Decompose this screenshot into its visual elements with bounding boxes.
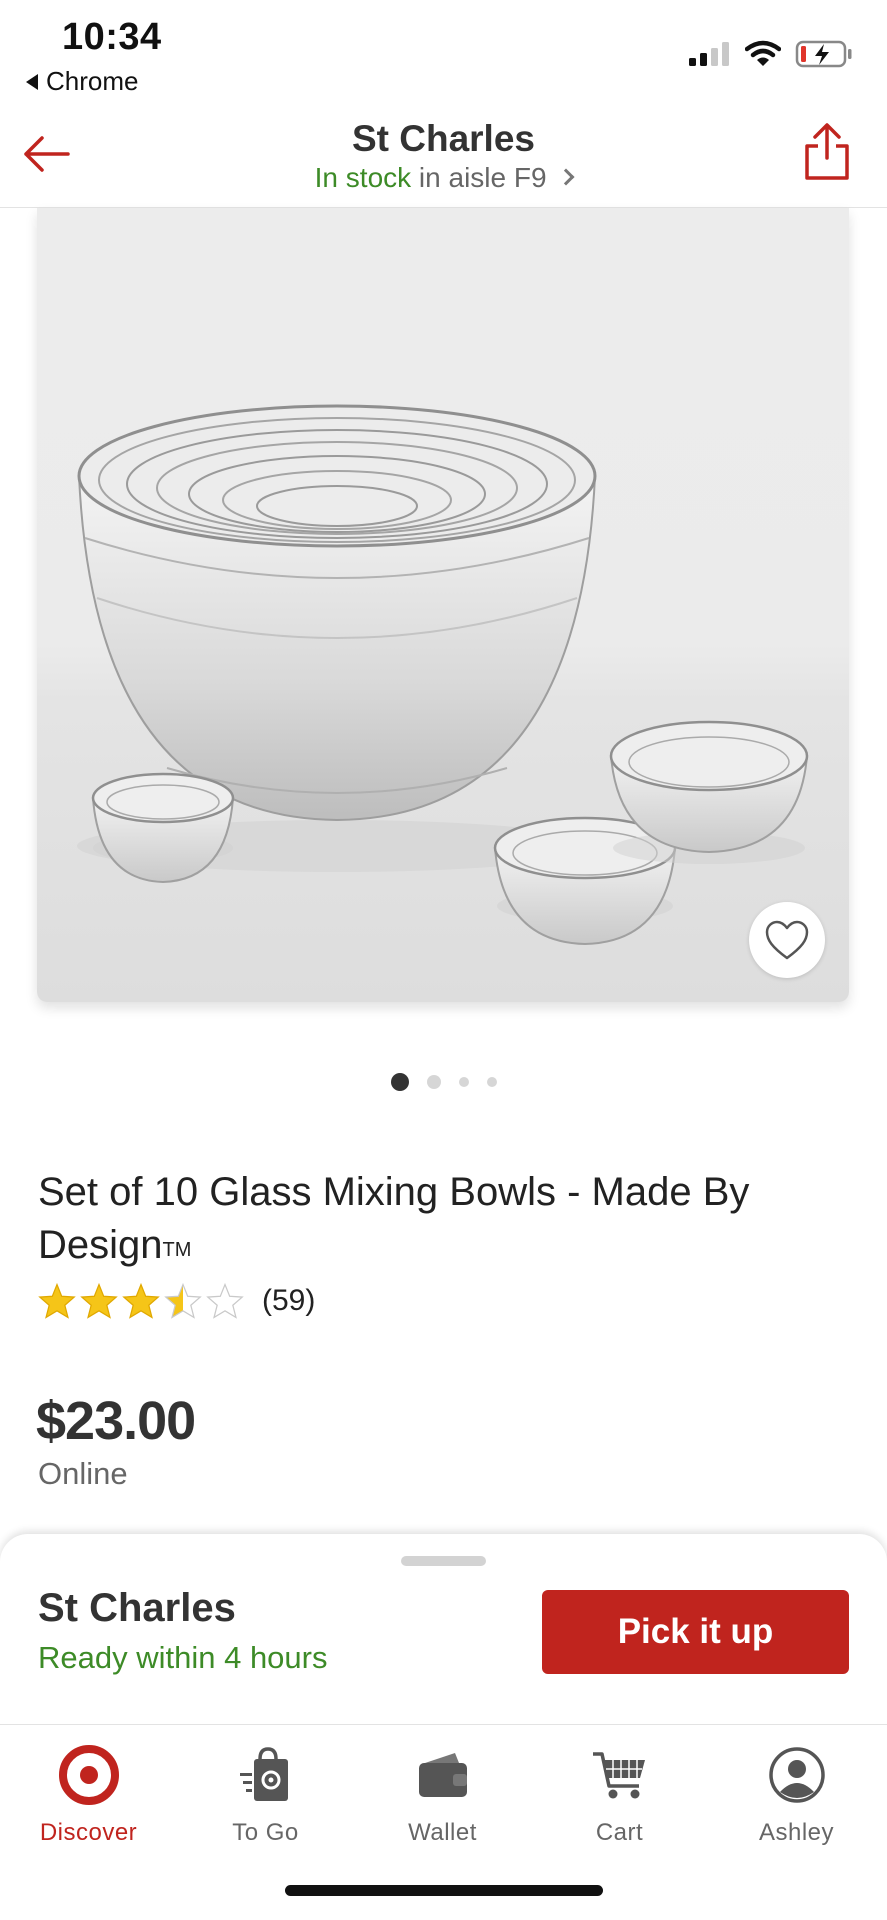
tab-wallet[interactable]: Wallet (354, 1743, 531, 1847)
wallet-icon (418, 1753, 467, 1797)
rating-stars (38, 1283, 244, 1319)
back-app-label: Chrome (46, 66, 139, 96)
aisle-location: in aisle F9 (418, 162, 547, 193)
product-rating[interactable]: (59) (38, 1283, 315, 1319)
sheet-drag-handle[interactable] (401, 1556, 486, 1566)
shopping-bag-icon (239, 1747, 288, 1801)
pickup-store-name: St Charles (38, 1586, 236, 1630)
star-full-icon (38, 1283, 76, 1319)
carousel-dot[interactable] (458, 1077, 469, 1087)
wifi-icon (745, 40, 781, 66)
tab-label: Discover (39, 1819, 138, 1846)
review-count: (59) (262, 1284, 316, 1317)
glass-bowls-illustration (77, 404, 809, 946)
back-triangle-icon (26, 73, 38, 90)
store-header: St Charles In stock in aisle F9 (0, 100, 887, 208)
carousel-dot-active[interactable] (390, 1073, 409, 1091)
product-image[interactable] (37, 208, 849, 1002)
target-logo-icon (58, 1745, 119, 1805)
store-availability-link[interactable]: In stock in aisle F9 (0, 162, 887, 194)
pickup-sheet: St Charles Ready within 4 hours Pick it … (0, 1534, 887, 1724)
share-button[interactable] (801, 122, 853, 182)
carousel-dot[interactable] (426, 1075, 441, 1089)
chevron-right-icon (557, 168, 575, 186)
tab-label: To Go (232, 1819, 299, 1846)
battery-charging-icon (795, 40, 852, 68)
image-carousel-dots (0, 1073, 887, 1091)
tab-label: Wallet (408, 1819, 477, 1846)
carousel-dot[interactable] (486, 1077, 497, 1087)
status-bar: 10:34 Chrome (0, 0, 887, 100)
tab-to-go[interactable]: To Go (177, 1743, 354, 1847)
tab-account[interactable]: Ashley (708, 1743, 885, 1847)
favorite-button[interactable] (749, 902, 825, 978)
product-title-text: Set of 10 Glass Mixing Bowls - Made By D… (38, 1170, 750, 1267)
star-full-icon (122, 1283, 160, 1319)
heart-icon (765, 920, 809, 960)
status-indicators (687, 40, 853, 68)
tab-label: Ashley (758, 1819, 835, 1846)
cellular-signal-icon (689, 42, 729, 66)
product-price: $23.00 (36, 1391, 196, 1451)
back-to-app-link[interactable]: Chrome (26, 66, 138, 97)
account-icon (768, 1747, 825, 1803)
trademark-mark: TM (162, 1239, 192, 1261)
tab-discover[interactable]: Discover (0, 1743, 177, 1847)
pick-it-up-button[interactable]: Pick it up (542, 1590, 849, 1674)
star-full-icon (80, 1283, 118, 1319)
tab-cart[interactable]: Cart (531, 1743, 708, 1847)
stock-status: In stock (314, 162, 412, 193)
star-empty-icon (206, 1283, 244, 1319)
store-name: St Charles (351, 118, 535, 159)
star-half-icon (164, 1283, 202, 1319)
share-icon (805, 123, 849, 180)
status-time: 10:34 (62, 16, 162, 58)
cart-icon (592, 1752, 645, 1799)
product-title: Set of 10 Glass Mixing Bowls - Made By D… (38, 1166, 798, 1277)
tab-label: Cart (595, 1819, 644, 1846)
pickup-ready-time: Ready within 4 hours (38, 1640, 328, 1675)
home-indicator[interactable] (285, 1885, 603, 1896)
price-note: Online (38, 1456, 128, 1491)
